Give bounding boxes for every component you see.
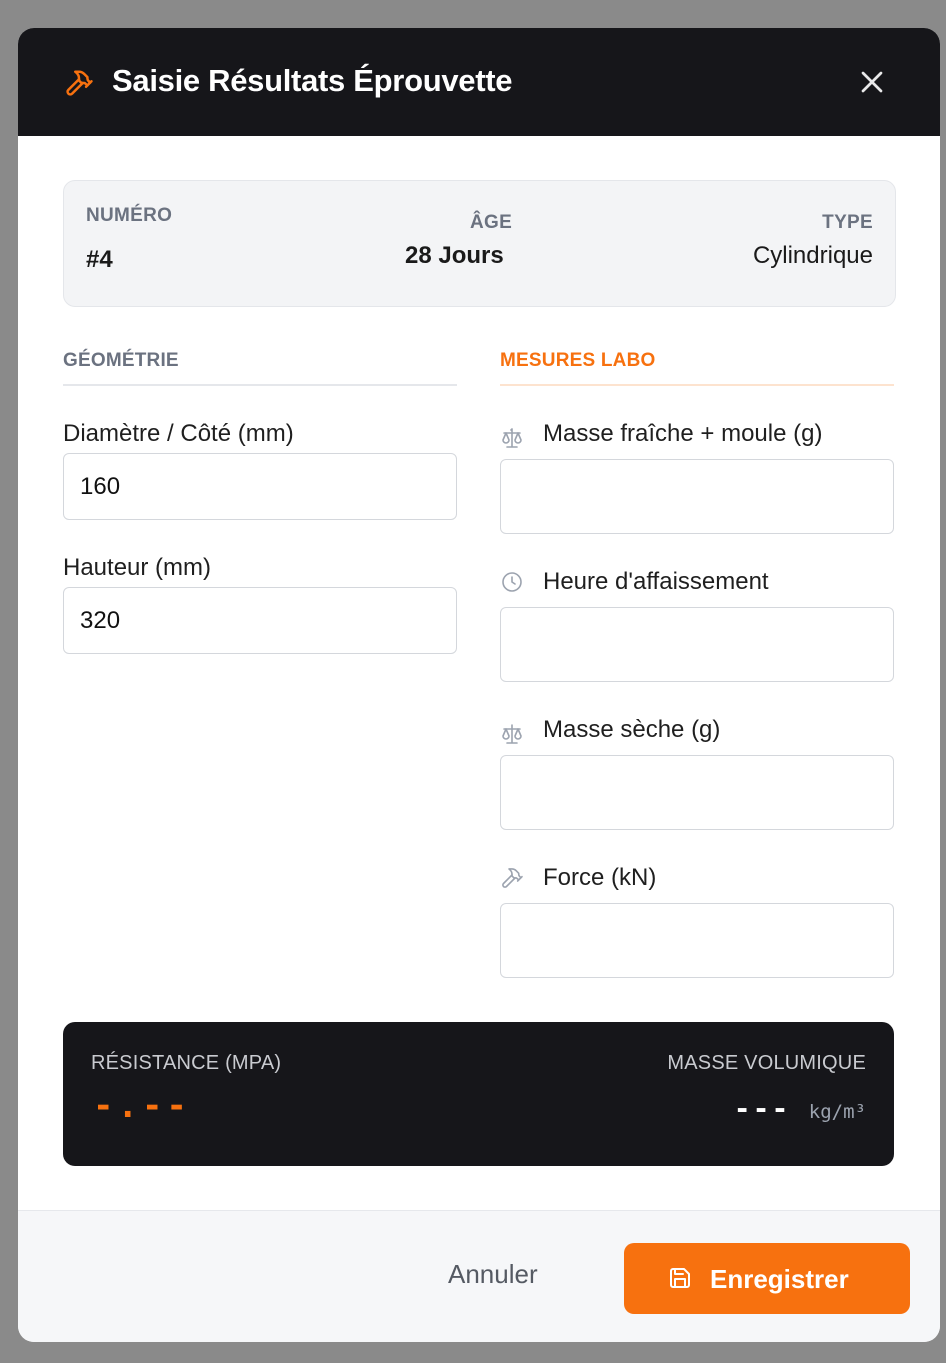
dry-mass-input[interactable] — [500, 755, 894, 830]
lab-section-title: MESURES LABO — [500, 350, 656, 371]
close-icon[interactable] — [854, 64, 890, 100]
geometry-section-title: GÉOMÉTRIE — [63, 350, 179, 371]
numero-label: NUMÉRO — [86, 205, 173, 226]
specimen-info-card: NUMÉRO #4 ÂGE 28 Jours TYPE Cylindrique — [63, 180, 896, 307]
clock-icon — [502, 572, 522, 592]
diameter-input[interactable] — [63, 453, 457, 520]
age-label: ÂGE — [470, 212, 513, 233]
save-button[interactable]: Enregistrer — [624, 1243, 910, 1314]
cancel-button[interactable]: Annuler — [448, 1259, 538, 1290]
results-panel: RÉSISTANCE (MPA) -.-- MASSE VOLUMIQUE --… — [63, 1022, 894, 1166]
age-value: 28 Jours — [405, 242, 504, 269]
density-unit: kg/m³ — [808, 1101, 866, 1123]
resistance-label: RÉSISTANCE (MPA) — [91, 1052, 282, 1074]
fresh-mass-label: Masse fraîche + moule (g) — [543, 420, 823, 447]
height-input[interactable] — [63, 587, 457, 654]
save-button-label: Enregistrer — [710, 1264, 849, 1294]
dialog-header: Saisie Résultats Éprouvette — [18, 28, 940, 136]
slump-time-label: Heure d'affaissement — [543, 568, 769, 595]
save-icon — [670, 1268, 690, 1288]
density-label: MASSE VOLUMIQUE — [667, 1052, 866, 1074]
lab-divider — [500, 384, 894, 386]
hammer-icon — [502, 868, 523, 888]
force-input[interactable] — [500, 903, 894, 978]
numero-value: #4 — [86, 246, 113, 273]
hammer-icon — [66, 70, 93, 96]
geometry-divider — [63, 384, 457, 386]
slump-time-input[interactable] — [500, 607, 894, 682]
dialog-footer: Annuler Enregistrer — [18, 1210, 940, 1342]
height-label: Hauteur (mm) — [63, 554, 212, 581]
density-value: --- — [733, 1092, 791, 1125]
dialog: Saisie Résultats Éprouvette NUMÉRO #4 ÂG… — [18, 28, 940, 1342]
dry-mass-label: Masse sèche (g) — [543, 716, 721, 743]
density-readout: --- kg/m³ — [734, 1092, 866, 1125]
fresh-mass-input[interactable] — [500, 459, 894, 534]
scale-icon — [502, 724, 522, 744]
force-label: Force (kN) — [543, 864, 657, 891]
type-label: TYPE — [822, 212, 873, 233]
resistance-value: -.-- — [93, 1086, 191, 1126]
scale-icon — [502, 428, 522, 448]
diameter-label: Diamètre / Côté (mm) — [63, 420, 294, 447]
dialog-title: Saisie Résultats Éprouvette — [112, 63, 513, 98]
type-value: Cylindrique — [752, 242, 873, 269]
